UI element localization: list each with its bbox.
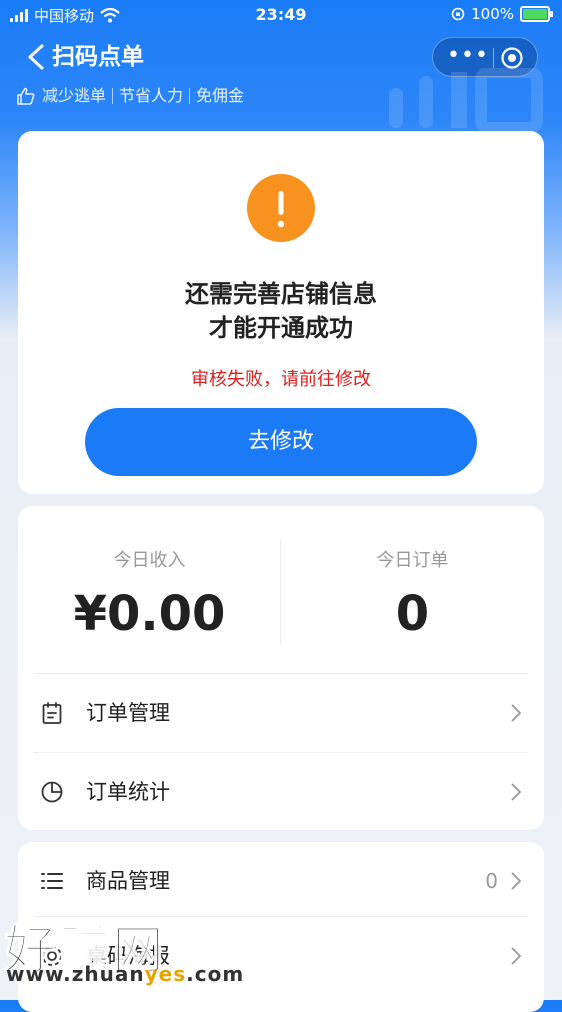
alert-message: 还需完善店铺信息 才能开通成功 — [18, 277, 544, 345]
alert-message-line1: 还需完善店铺信息 — [185, 280, 377, 308]
product-count: 0 — [485, 869, 498, 893]
tagline-item: 节省人力 — [119, 86, 184, 105]
menu-item-order-statistics[interactable]: 订单统计 — [18, 753, 544, 831]
site-watermark-url: www.zhuanyes.com — [6, 962, 244, 986]
go-modify-button[interactable]: 去修改 — [85, 408, 477, 476]
today-income-value: ¥0.00 — [73, 586, 226, 642]
chevron-right-icon — [511, 704, 522, 722]
close-target-icon[interactable] — [500, 46, 524, 70]
battery-percent: 100% — [471, 5, 514, 23]
dashboard-card: 今日收入 ¥0.00 今日订单 0 订单管理 订单统计 — [18, 506, 544, 830]
menu-item-label: 订单统计 — [86, 780, 170, 804]
background-decoration — [389, 68, 543, 132]
chevron-right-icon — [511, 783, 522, 801]
status-bar: 中国移动 23:49 100% — [0, 0, 562, 30]
thumbs-up-icon — [17, 87, 35, 105]
pie-chart-icon — [41, 781, 63, 803]
chevron-right-icon — [511, 947, 522, 965]
page-title: 扫码点单 — [52, 44, 144, 70]
battery-icon — [520, 6, 553, 22]
today-orders-label: 今日订单 — [376, 550, 449, 571]
store-info-alert-card: 还需完善店铺信息 才能开通成功 审核失败，请前往修改 去修改 — [18, 131, 544, 494]
watermark-url-highlight: yes — [144, 962, 187, 986]
menu-item-order-management[interactable]: 订单管理 — [18, 674, 544, 752]
today-income-label: 今日收入 — [113, 550, 186, 571]
menu-item-label: 订单管理 — [86, 701, 170, 725]
watermark-url-prefix: www.zhuan — [6, 962, 145, 986]
watermark-url-suffix: .com — [186, 962, 245, 986]
chevron-right-icon — [511, 872, 522, 890]
feature-tagline: 减少逃单 节省人力 免佣金 — [16, 84, 244, 108]
clipboard-icon — [42, 702, 62, 724]
alert-message-line2: 才能开通成功 — [209, 314, 353, 342]
back-arrow-icon[interactable] — [22, 40, 52, 74]
capsule-divider — [493, 48, 494, 68]
list-icon — [41, 873, 63, 889]
warning-icon — [247, 174, 315, 242]
today-income-stat: 今日收入 ¥0.00 — [18, 546, 281, 642]
tagline-item: 减少逃单 — [42, 86, 107, 105]
tagline-item: 免佣金 — [196, 86, 245, 105]
today-orders-stat: 今日订单 0 — [281, 546, 544, 642]
review-error-text: 审核失败，请前往修改 — [191, 369, 371, 390]
today-orders-value: 0 — [395, 586, 430, 642]
rotation-lock-icon — [451, 7, 465, 21]
